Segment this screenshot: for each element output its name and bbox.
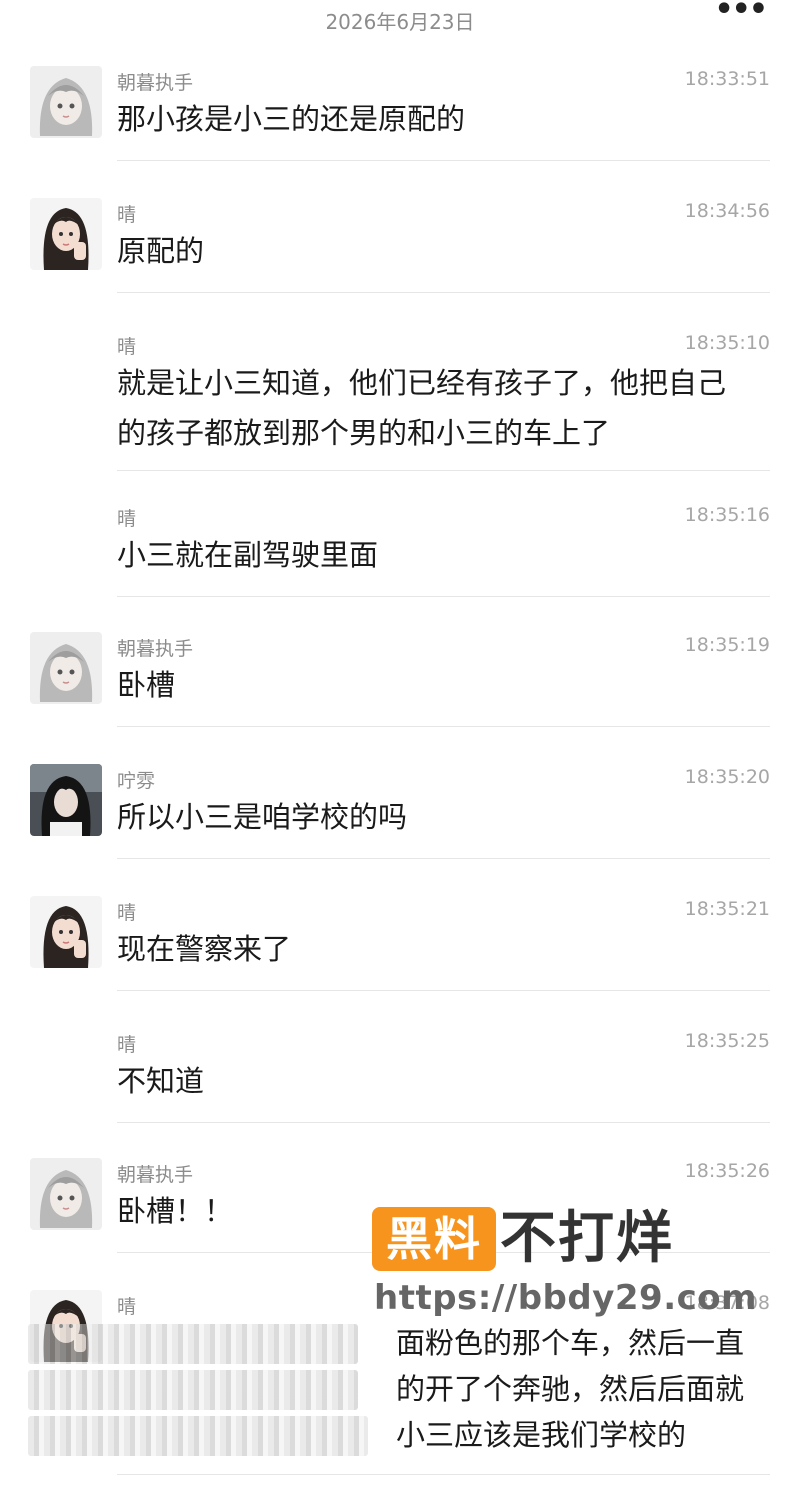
divider: [117, 1474, 770, 1475]
message-text: 的孩子都放到那个男的和小三的车上了: [117, 416, 611, 450]
girl-photo-avatar[interactable]: [30, 198, 102, 270]
gray-anime-avatar[interactable]: [30, 1158, 102, 1230]
divider: [117, 160, 770, 161]
sender-name: 晴: [117, 336, 137, 358]
timestamp: 18:35:19: [684, 634, 770, 656]
watermark-url: https://bbdy29.com: [374, 1278, 758, 1318]
divider: [117, 858, 770, 859]
message-text: 那小孩是小三的还是原配的: [117, 102, 466, 136]
message-text: 所以小三是咱学校的吗: [117, 800, 408, 834]
sender-name: 晴: [117, 508, 137, 530]
message-text: 现在警察来了: [117, 932, 292, 966]
girl-photo-avatar[interactable]: [30, 896, 102, 968]
timestamp: 18:35:10: [684, 332, 770, 354]
message-item[interactable]: 朝暮执手 18:33:51 那小孩是小三的还是原配的: [0, 60, 800, 161]
message-item[interactable]: 晴 18:34:56 原配的: [0, 192, 800, 293]
redacted-blur: [28, 1324, 358, 1364]
message-item[interactable]: 晴 18:35:25 不知道: [0, 1022, 800, 1123]
sender-name: 朝暮执手: [117, 72, 194, 94]
site-watermark: 黑料 不打烊 https://bbdy29.com: [372, 1204, 757, 1324]
divider: [117, 470, 770, 471]
timestamp: 18:35:26: [684, 1160, 770, 1182]
timestamp: 18:35:20: [684, 766, 770, 788]
message-text: 不知道: [117, 1064, 205, 1098]
timestamp: 18:35:21: [684, 898, 770, 920]
divider: [117, 726, 770, 727]
message-item[interactable]: 晴 18:35:10 就是让小三知道，他们已经有孩子了，他把自己 的孩子都放到那…: [0, 324, 800, 471]
gray-anime-avatar[interactable]: [30, 632, 102, 704]
sender-name: 朝暮执手: [117, 1164, 194, 1186]
sender-name: 咛雰: [117, 770, 156, 792]
message-item[interactable]: 晴 18:35:21 现在警察来了: [0, 890, 800, 991]
watermark-title: 不打烊: [500, 1206, 674, 1271]
sender-name: 晴: [117, 1296, 137, 1318]
timestamp: 18:35:16: [684, 504, 770, 526]
message-text: 小三就在副驾驶里面: [117, 538, 379, 572]
divider: [117, 1122, 770, 1123]
sender-name: 晴: [117, 902, 137, 924]
watermark-badge: 黑料: [372, 1207, 496, 1271]
message-item[interactable]: 朝暮执手 18:35:19 卧槽: [0, 626, 800, 727]
message-item[interactable]: 晴 18:35:16 小三就在副驾驶里面: [0, 496, 800, 597]
timestamp: 18:34:56: [684, 200, 770, 222]
message-text: 卧槽: [117, 668, 176, 702]
redacted-blur: [28, 1416, 368, 1456]
sender-name: 晴: [117, 204, 137, 226]
more-dots-icon[interactable]: •••: [714, 0, 768, 27]
message-text: 小三应该是我们学校的: [396, 1418, 687, 1452]
redacted-blur: [28, 1370, 358, 1410]
message-text: 就是让小三知道，他们已经有孩子了，他把自己: [117, 366, 727, 400]
timestamp: 18:33:51: [684, 68, 770, 90]
divider: [117, 990, 770, 991]
date-header: 2026年6月23日: [325, 10, 475, 34]
message-text: 原配的: [117, 234, 205, 268]
sender-name: 朝暮执手: [117, 638, 194, 660]
timestamp: 18:35:25: [684, 1030, 770, 1052]
dark-hair-avatar[interactable]: [30, 764, 102, 836]
divider: [117, 292, 770, 293]
sender-name: 晴: [117, 1034, 137, 1056]
divider: [117, 596, 770, 597]
message-item[interactable]: 咛雰 18:35:20 所以小三是咱学校的吗: [0, 758, 800, 859]
gray-anime-avatar[interactable]: [30, 66, 102, 138]
